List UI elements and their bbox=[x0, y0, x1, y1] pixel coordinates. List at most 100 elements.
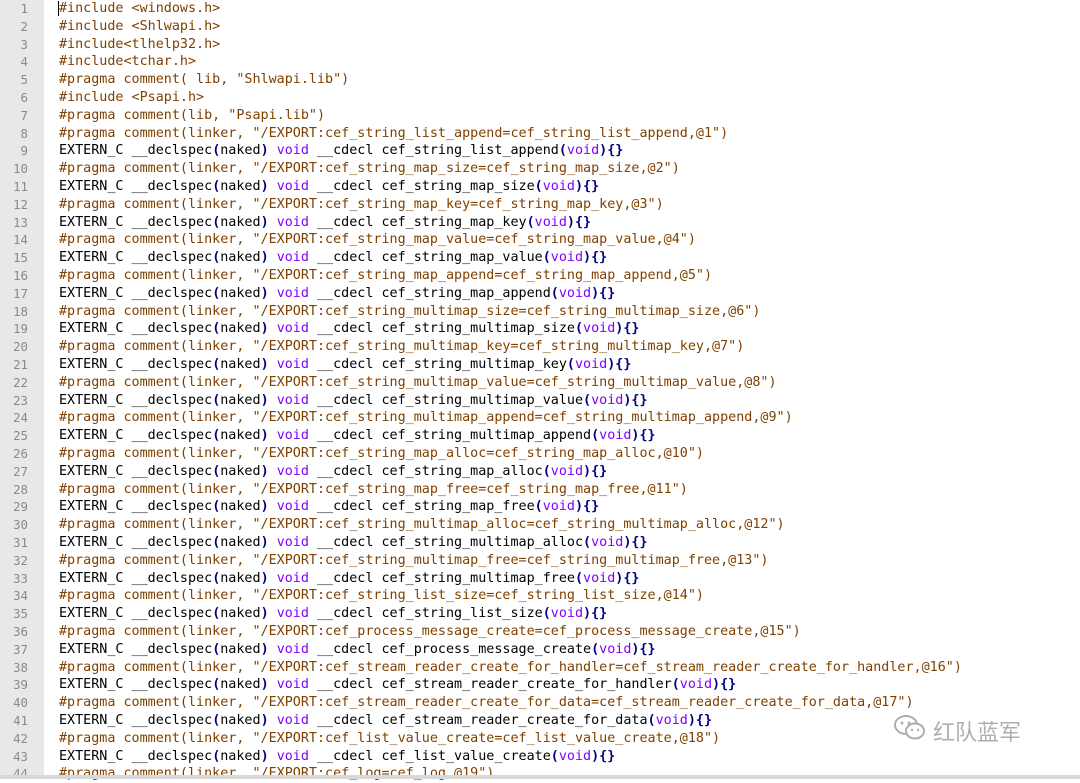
code-token: void bbox=[534, 214, 567, 230]
code-line[interactable]: 38 #pragma comment(linker, "/EXPORT:cef_s… bbox=[0, 659, 1080, 677]
code-token: ){} bbox=[631, 428, 656, 444]
code-token: ( bbox=[550, 285, 559, 301]
code-line[interactable]: 32 #pragma comment(linker, "/EXPORT:cef_s… bbox=[0, 552, 1080, 570]
code-token: #pragma comment(linker, "/EXPORT:cef_str… bbox=[59, 552, 769, 568]
code-line[interactable]: 15 EXTERN_C __declspec (naked) void __cdec… bbox=[0, 249, 1080, 267]
code-token: EXTERN_C __declspec bbox=[59, 285, 213, 301]
code-line[interactable]: 21 EXTERN_C __declspec (naked) void __cdec… bbox=[0, 356, 1080, 374]
code-token: void bbox=[276, 641, 309, 657]
code-token: __cdecl cef_string_multimap_key bbox=[308, 357, 567, 372]
code-line[interactable]: 9 EXTERN_C __declspec (naked) void __cdecl… bbox=[0, 142, 1080, 160]
watermark-text: 红队蓝军 bbox=[933, 721, 1022, 746]
line-number: 20 bbox=[13, 339, 28, 355]
code-line[interactable]: 17 EXTERN_C __declspec (naked) void __cdec… bbox=[0, 285, 1080, 303]
code-line[interactable]: 22 #pragma comment(linker, "/EXPORT:cef_s… bbox=[0, 374, 1080, 392]
code-line[interactable]: 6 #include <Psapi.h> bbox=[0, 89, 1080, 107]
code-token: __cdecl cef_string_multimap_free bbox=[308, 570, 575, 586]
code-token: ) bbox=[260, 570, 269, 586]
code-token: ( bbox=[574, 321, 584, 337]
code-token: #pragma comment(linker, "/EXPORT:cef_lis… bbox=[59, 730, 721, 746]
code-line[interactable]: 27 EXTERN_C __declspec (naked) void __cdec… bbox=[0, 463, 1080, 481]
line-number: 14 bbox=[13, 232, 28, 248]
code-text: #pragma comment(linker, "/EXPORT:cef_str… bbox=[59, 481, 688, 499]
code-token: naked bbox=[220, 321, 261, 337]
code-token: #include <Shlwapi.h> bbox=[59, 18, 221, 34]
code-token: void bbox=[566, 143, 600, 159]
code-text: #include<tchar.h> bbox=[59, 53, 196, 71]
code-line[interactable]: 19 EXTERN_C __declspec (naked) void __cdec… bbox=[0, 320, 1080, 338]
code-line[interactable]: 29 EXTERN_C __declspec (naked) void __cdec… bbox=[0, 498, 1080, 516]
code-line[interactable]: 1 #include <windows.h> bbox=[0, 0, 1080, 18]
code-token: #pragma comment( lib, "Shlwapi.lib") bbox=[59, 72, 350, 88]
code-token: void bbox=[276, 392, 309, 408]
code-line[interactable]: 10 #pragma comment(linker, "/EXPORT:cef_s… bbox=[0, 160, 1080, 178]
code-token: __cdecl cef_string_multimap_value bbox=[308, 392, 584, 408]
code-line[interactable]: 2 #include <Shlwapi.h> bbox=[0, 18, 1080, 36]
code-token: ( bbox=[566, 357, 575, 372]
code-text: #pragma comment(linker, "/EXPORT:cef_str… bbox=[59, 587, 704, 605]
code-text: EXTERN_C __declspec (naked) void __cdecl … bbox=[59, 427, 656, 445]
code-line[interactable]: 35 EXTERN_C __declspec (naked) void __cdec… bbox=[0, 605, 1080, 623]
line-number: 6 bbox=[20, 90, 28, 105]
code-line[interactable]: 11 EXTERN_C __declspec (naked) void __cdec… bbox=[0, 178, 1080, 196]
bottom-border bbox=[0, 775, 1080, 779]
code-editor[interactable]: 1 #include <windows.h> 2 #include <Shlwapi.… bbox=[0, 0, 1080, 781]
code-token: void bbox=[276, 606, 309, 622]
code-line[interactable]: 5 #pragma comment( lib, "Shlwapi.lib") bbox=[0, 71, 1080, 89]
line-number: 31 bbox=[13, 535, 28, 550]
code-line[interactable]: 37 EXTERN_C __declspec (naked) void __cdec… bbox=[0, 641, 1080, 659]
code-token: naked bbox=[220, 214, 261, 230]
code-line[interactable]: 24 #pragma comment(linker, "/EXPORT:cef_s… bbox=[0, 409, 1080, 427]
code-line[interactable]: 20 #pragma comment(linker, "/EXPORT:cef_s… bbox=[0, 338, 1080, 356]
code-line[interactable]: 18 #pragma comment(linker, "/EXPORT:cef_s… bbox=[0, 303, 1080, 321]
code-line[interactable]: 26 #pragma comment(linker, "/EXPORT:cef_s… bbox=[0, 445, 1080, 463]
code-token: __cdecl cef_string_multimap_size bbox=[308, 321, 575, 337]
code-token: #include<tlhelp32.h> bbox=[59, 36, 221, 52]
code-token: void bbox=[276, 535, 309, 550]
code-line[interactable]: 40 #pragma comment(linker, "/EXPORT:cef_s… bbox=[0, 694, 1080, 712]
code-line[interactable]: 7 #pragma comment(lib, "Psapi.lib") bbox=[0, 107, 1080, 125]
code-token: void bbox=[276, 463, 309, 479]
code-line[interactable]: 13 EXTERN_C __declspec (naked) void __cdec… bbox=[0, 214, 1080, 232]
code-token: ( bbox=[534, 499, 543, 515]
code-line[interactable]: 43 EXTERN_C __declspec (naked) void __cdec… bbox=[0, 748, 1080, 766]
code-line[interactable]: 36 #pragma comment(linker, "/EXPORT:cef_p… bbox=[0, 623, 1080, 641]
code-line[interactable]: 4 #include<tchar.h> bbox=[0, 53, 1080, 71]
code-text: #include <Shlwapi.h> bbox=[59, 18, 220, 36]
code-line[interactable]: 31 EXTERN_C __declspec (naked) void __cdec… bbox=[0, 534, 1080, 552]
code-token: ){} bbox=[599, 143, 624, 159]
code-line[interactable]: 34 #pragma comment(linker, "/EXPORT:cef_s… bbox=[0, 587, 1080, 605]
code-line[interactable]: 23 EXTERN_C __declspec (naked) void __cdec… bbox=[0, 392, 1080, 410]
code-token: void bbox=[276, 748, 309, 764]
code-token: ){} bbox=[615, 321, 640, 337]
code-line[interactable]: 33 EXTERN_C __declspec (naked) void __cdec… bbox=[0, 570, 1080, 588]
code-text: EXTERN_C __declspec (naked) void __cdecl … bbox=[59, 142, 623, 160]
code-text: EXTERN_C __declspec (naked) void __cdecl … bbox=[59, 676, 736, 694]
code-token: ) bbox=[260, 748, 269, 764]
code-token: #pragma comment(linker, "/EXPORT:cef_str… bbox=[59, 588, 704, 604]
code-token: EXTERN_C __declspec bbox=[59, 143, 213, 159]
code-line[interactable]: 12 #pragma comment(linker, "/EXPORT:cef_s… bbox=[0, 196, 1080, 214]
code-line[interactable]: 3 #include<tlhelp32.h> bbox=[0, 36, 1080, 54]
code-token: void bbox=[655, 713, 688, 728]
code-text: #pragma comment(linker, "/EXPORT:cef_str… bbox=[59, 231, 696, 249]
code-token: ( bbox=[583, 535, 592, 550]
code-line[interactable]: 30 #pragma comment(linker, "/EXPORT:cef_s… bbox=[0, 516, 1080, 534]
code-token: __cdecl cef_string_list_size bbox=[308, 606, 543, 622]
code-text: #pragma comment(linker, "/EXPORT:cef_str… bbox=[59, 516, 785, 534]
code-token: ( bbox=[574, 570, 584, 586]
code-line[interactable]: 14 #pragma comment(linker, "/EXPORT:cef_s… bbox=[0, 231, 1080, 249]
code-line[interactable]: 8 #pragma comment(linker, "/EXPORT:cef_st… bbox=[0, 125, 1080, 143]
code-text: EXTERN_C __declspec (naked) void __cdecl … bbox=[59, 712, 712, 730]
code-line[interactable]: 16 #pragma comment(linker, "/EXPORT:cef_s… bbox=[0, 267, 1080, 285]
code-token: ( bbox=[542, 606, 551, 622]
code-line[interactable]: 28 #pragma comment(linker, "/EXPORT:cef_s… bbox=[0, 481, 1080, 499]
line-number: 16 bbox=[13, 268, 28, 283]
code-line[interactable]: 39 EXTERN_C __declspec (naked) void __cdec… bbox=[0, 676, 1080, 694]
code-line[interactable]: 25 EXTERN_C __declspec (naked) void __cdec… bbox=[0, 427, 1080, 445]
